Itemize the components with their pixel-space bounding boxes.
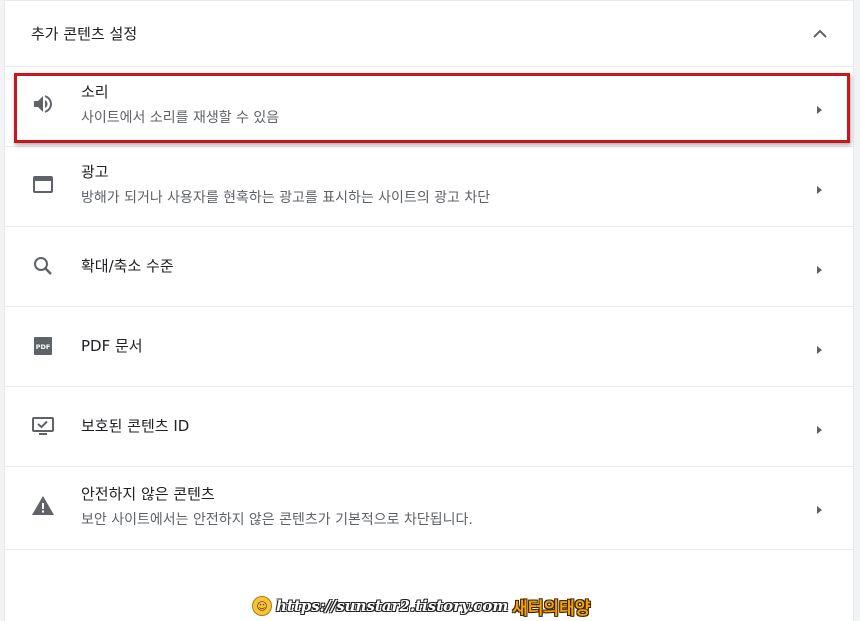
setting-row-zoom[interactable]: 확대/축소 수준 bbox=[5, 226, 853, 306]
setting-title: 소리 bbox=[81, 83, 109, 101]
pdf-icon: PDF bbox=[31, 334, 55, 358]
watermark: ☺ https://sunstar2.tistory.com 새터의태양 bbox=[252, 594, 591, 619]
setting-row-sound[interactable]: 소리 사이트에서 소리를 재생할 수 있음 bbox=[5, 66, 853, 146]
settings-card: 추가 콘텐츠 설정 소리 사이트에서 소리를 재생할 수 있음 광고 방해가 되… bbox=[4, 0, 854, 621]
setting-subtitle: 보안 사이트에서는 안전하지 않은 콘텐츠가 기본적으로 차단됩니다. bbox=[81, 512, 473, 528]
chevron-up-icon[interactable] bbox=[807, 21, 833, 47]
setting-row-pdf[interactable]: PDF PDF 문서 bbox=[5, 306, 853, 386]
arrow-right-icon bbox=[813, 421, 825, 434]
watermark-url: https://sunstar2.tistory.com bbox=[276, 597, 509, 615]
arrow-right-icon bbox=[813, 101, 825, 114]
watermark-name: 새터의태양 bbox=[512, 598, 591, 619]
search-icon bbox=[31, 254, 55, 278]
browser-window-icon bbox=[31, 173, 55, 197]
setting-title: 보호된 콘텐츠 ID bbox=[81, 417, 190, 435]
setting-subtitle: 사이트에서 소리를 재생할 수 있음 bbox=[81, 110, 280, 126]
volume-icon bbox=[31, 92, 55, 116]
setting-row-ads[interactable]: 광고 방해가 되거나 사용자를 현혹하는 광고를 표시하는 사이트의 광고 차단 bbox=[5, 146, 853, 226]
arrow-right-icon bbox=[813, 261, 825, 274]
warning-icon bbox=[31, 494, 55, 518]
arrow-right-icon bbox=[813, 181, 825, 194]
arrow-right-icon bbox=[813, 501, 825, 514]
section-header[interactable]: 추가 콘텐츠 설정 bbox=[5, 0, 853, 66]
monitor-check-icon bbox=[31, 414, 55, 438]
setting-row-insecure-content[interactable]: 안전하지 않은 콘텐츠 보안 사이트에서는 안전하지 않은 콘텐츠가 기본적으로… bbox=[5, 466, 853, 550]
setting-title: PDF 문서 bbox=[81, 337, 143, 355]
setting-subtitle: 방해가 되거나 사용자를 현혹하는 광고를 표시하는 사이트의 광고 차단 bbox=[81, 190, 491, 206]
setting-title: 확대/축소 수준 bbox=[81, 257, 174, 275]
setting-row-protected-content[interactable]: 보호된 콘텐츠 ID bbox=[5, 386, 853, 466]
section-title: 추가 콘텐츠 설정 bbox=[31, 25, 138, 43]
setting-title: 안전하지 않은 콘텐츠 bbox=[81, 485, 215, 503]
setting-title: 광고 bbox=[81, 163, 109, 181]
smiley-icon: ☺ bbox=[252, 596, 272, 616]
svg-text:PDF: PDF bbox=[36, 343, 51, 351]
arrow-right-icon bbox=[813, 341, 825, 354]
